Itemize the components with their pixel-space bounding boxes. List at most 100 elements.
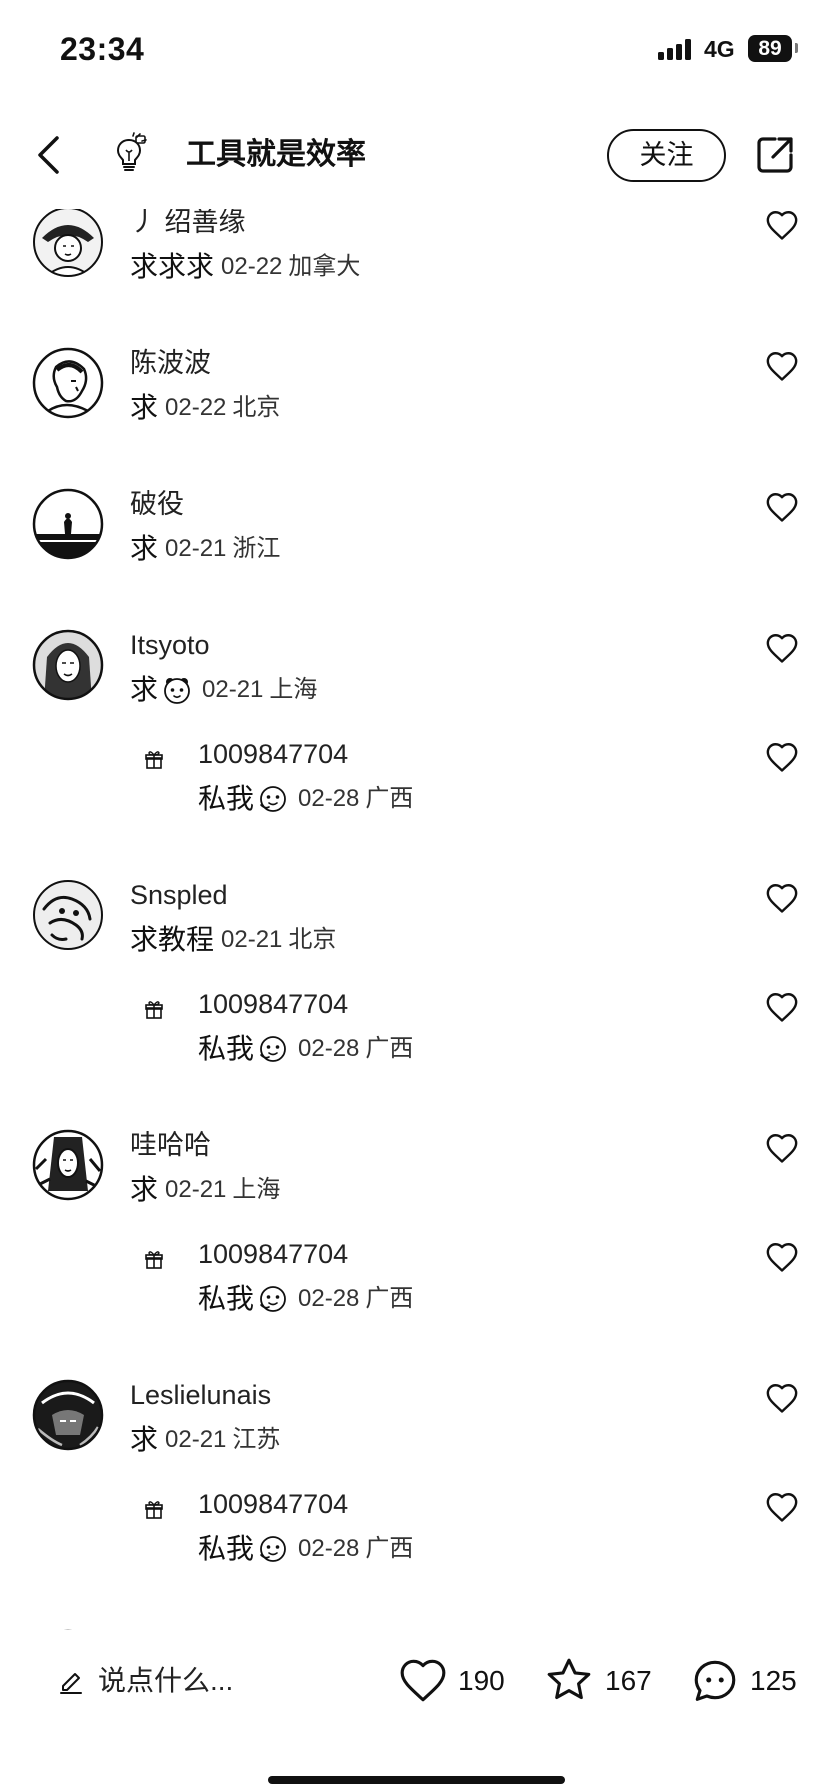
comment-item[interactable]: 哇哈哈 求 02-21 上海 (0, 1125, 828, 1234)
comment-input-pencil[interactable] (58, 1668, 84, 1694)
comment-location: 加拿大 (288, 253, 361, 280)
comment-body[interactable]: 求教程 02-21 北京 (130, 922, 336, 958)
reply-date: 02-28 (298, 785, 360, 812)
reply-body[interactable]: 私我 02-28 广西 (198, 1031, 413, 1067)
comment-like-button[interactable] (765, 491, 799, 523)
like-button[interactable] (398, 1657, 448, 1703)
reply-date: 02-28 (298, 1285, 360, 1312)
reply-like-button[interactable] (765, 991, 799, 1023)
comment-body[interactable]: 求求求 02-22 加拿大 (130, 249, 360, 285)
comment-thread: 陈波波 求 02-22 北京 (0, 343, 828, 452)
comment-author[interactable]: 哇哈哈 (130, 1128, 211, 1162)
reply-author[interactable]: 1009847704 (198, 1237, 348, 1271)
collect-button[interactable] (544, 1655, 594, 1705)
heart-icon (766, 993, 798, 1022)
comment-like-button[interactable] (765, 1132, 799, 1164)
avatar[interactable] (32, 488, 104, 560)
follow-button[interactable]: 关注 (607, 129, 726, 182)
signal-strength-icon (658, 38, 696, 60)
comment-like-button[interactable] (765, 350, 799, 382)
collect-count: 167 (605, 1665, 652, 1696)
reply-item[interactable]: 1009847704 私我 02-28 广西 (0, 734, 828, 843)
reply-location: 广西 (365, 1535, 414, 1562)
reply-item[interactable]: 1009847704 私我 02-28 广西 (0, 1234, 828, 1343)
reply-author[interactable]: 1009847704 (198, 737, 348, 771)
reply-text: 私我 (198, 1283, 255, 1314)
reply-item[interactable]: 1009847704 私我 02-28 广西 (0, 984, 828, 1093)
reply-author[interactable]: 1009847704 (198, 987, 348, 1021)
reply-body[interactable]: 私我 02-28 广西 (198, 1281, 413, 1317)
reply-avatar[interactable] (144, 1250, 164, 1270)
comment-text: 求 (130, 1424, 159, 1455)
comment-button[interactable] (690, 1656, 740, 1706)
comment-item[interactable]: Itsyoto 求 02-21 上海 (0, 625, 828, 734)
comment-bubble-icon (694, 1660, 736, 1701)
comment-item[interactable]: 陈波波 求 02-22 北京 (0, 343, 828, 452)
emoji-sticker-icon (164, 678, 190, 704)
reply-avatar[interactable] (144, 1000, 164, 1020)
comment-date: 02-21 (165, 1176, 227, 1203)
comment-input[interactable]: 说点什么... (98, 1664, 233, 1698)
avatar[interactable] (32, 209, 104, 278)
comment-location: 上海 (269, 676, 318, 703)
avatar[interactable] (32, 1379, 104, 1451)
comment-item[interactable]: 破役 求 02-21 浙江 (0, 484, 828, 593)
comment-text: 求 (130, 392, 159, 423)
network-type: 4G (704, 36, 735, 62)
reply-item[interactable]: 1009847704 私我 02-28 广西 (0, 1484, 828, 1593)
heart-icon (766, 1384, 798, 1413)
avatar[interactable] (32, 879, 104, 951)
avatar[interactable] (32, 1129, 104, 1201)
reply-like-button[interactable] (765, 741, 799, 773)
status-time: 23:34 (60, 31, 145, 67)
lightbulb-icon (116, 132, 147, 171)
comment-body[interactable]: 求 02-22 北京 (130, 390, 280, 426)
heart-icon (766, 884, 798, 913)
gift-icon (145, 1501, 163, 1519)
comment-body[interactable]: 求 02-21 上海 (130, 672, 317, 708)
avatar[interactable] (32, 347, 104, 419)
reply-like-button[interactable] (765, 1491, 799, 1523)
comment-author[interactable]: Itsyoto (130, 628, 210, 662)
reply-avatar[interactable] (144, 750, 164, 770)
comment-body[interactable]: 求 02-21 上海 (130, 1172, 280, 1208)
comment-item[interactable]: 丿 绍善缘 求求求 02-22 加拿大 (0, 209, 828, 311)
comment-list[interactable]: 丿 绍善缘 求求求 02-22 加拿大 陈波波 求 02-22 北京 破役 求 … (0, 209, 828, 1630)
comment-like-button[interactable] (765, 1382, 799, 1414)
comment-author[interactable]: 破役 (130, 487, 184, 521)
comment-count: 125 (750, 1665, 797, 1696)
reply-author[interactable]: 1009847704 (198, 1487, 348, 1521)
comment-location: 浙江 (232, 535, 281, 562)
comment-author[interactable]: Snspled (130, 878, 228, 912)
reply-like-button[interactable] (765, 1241, 799, 1273)
comment-thread: 丿 绍善缘 求求求 02-22 加拿大 (0, 209, 828, 311)
comment-item[interactable]: Snspled 求教程 02-21 北京 (0, 875, 828, 984)
comment-author[interactable]: Leslielunais (130, 1378, 271, 1412)
comment-thread: 破役 求 02-21 浙江 (0, 484, 828, 593)
comment-like-button[interactable] (765, 882, 799, 914)
reply-avatar[interactable] (144, 1500, 164, 1520)
comment-item-partial[interactable] (0, 1625, 828, 1630)
reply-location: 广西 (365, 1035, 414, 1062)
comment-date: 02-22 (221, 253, 283, 280)
share-button[interactable] (755, 135, 795, 175)
comment-body[interactable]: 求 02-21 江苏 (130, 1422, 280, 1458)
author-avatar[interactable] (111, 132, 147, 174)
reply-body[interactable]: 私我 02-28 广西 (198, 1531, 413, 1567)
avatar[interactable] (32, 1629, 104, 1630)
comment-body[interactable]: 求 02-21 浙江 (130, 531, 280, 567)
back-button[interactable] (34, 135, 62, 175)
heart-icon (766, 1134, 798, 1163)
comment-item[interactable]: Leslielunais 求 02-21 江苏 (0, 1375, 828, 1484)
reply-body[interactable]: 私我 02-28 广西 (198, 781, 413, 817)
comment-author[interactable]: 丿 绍善缘 (130, 209, 246, 239)
emoji-sticker-icon (260, 1036, 286, 1062)
heart-icon (766, 1243, 798, 1272)
comment-like-button[interactable] (765, 632, 799, 664)
home-indicator (268, 1776, 565, 1784)
avatar[interactable] (32, 629, 104, 701)
comment-thread: Leslielunais 求 02-21 江苏 1009847704 私我 02… (0, 1375, 828, 1593)
comment-author[interactable]: 陈波波 (130, 346, 211, 380)
comment-text: 求 (130, 674, 159, 705)
comment-like-button[interactable] (765, 209, 799, 241)
